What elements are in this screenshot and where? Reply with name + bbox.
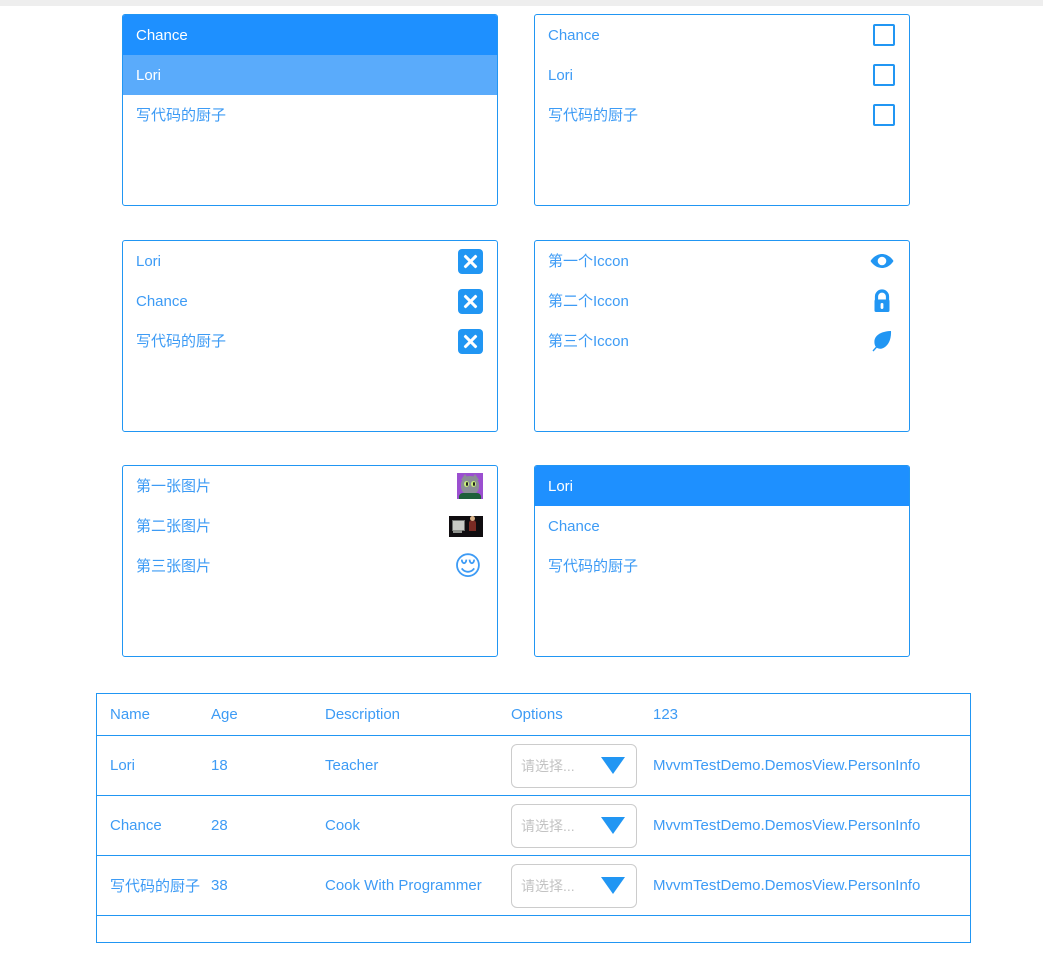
options-combobox[interactable]: 请选择... bbox=[511, 743, 637, 788]
column-header-name[interactable]: Name bbox=[97, 706, 211, 723]
eye-icon[interactable] bbox=[869, 248, 895, 274]
cell-age: 18 bbox=[211, 757, 228, 774]
deletable-listbox[interactable]: Lori Chance 写代码的厨子 bbox=[122, 240, 498, 432]
cell-name: Chance bbox=[110, 817, 162, 834]
list-item-label: 第一张图片 bbox=[136, 477, 212, 495]
cell-options: 请选择... bbox=[511, 803, 653, 848]
cell-description: Teacher bbox=[325, 757, 379, 774]
list-item-label: Lori bbox=[136, 252, 162, 270]
plain-listbox[interactable]: Lori Chance 写代码的厨子 bbox=[534, 465, 910, 657]
list-item-label: Lori bbox=[548, 477, 574, 495]
list-item-label: 第三张图片 bbox=[136, 557, 212, 575]
cell-description: Cook bbox=[325, 817, 361, 834]
list-item-label: Chance bbox=[548, 26, 600, 44]
list-item[interactable]: 第二个Iccon bbox=[535, 281, 909, 321]
cell-options: 请选择... bbox=[511, 743, 653, 788]
cell-extra: MvvmTestDemo.DemosView.PersonInfo bbox=[653, 817, 921, 834]
list-item-label: 第二个Iccon bbox=[548, 292, 629, 310]
combobox-placeholder: 请选择... bbox=[521, 877, 575, 894]
close-icon[interactable] bbox=[458, 288, 483, 314]
computer-thumbnail bbox=[449, 515, 483, 537]
chevron-down-icon[interactable] bbox=[601, 877, 625, 894]
checkbox-icon[interactable] bbox=[873, 64, 895, 86]
leaf-icon[interactable] bbox=[869, 328, 895, 354]
list-item[interactable]: 写代码的厨子 bbox=[123, 321, 497, 361]
list-item-label: 写代码的厨子 bbox=[136, 332, 227, 350]
cell-name: 写代码的厨子 bbox=[110, 878, 201, 895]
chevron-down-icon[interactable] bbox=[601, 757, 625, 774]
list-item[interactable]: Chance bbox=[535, 506, 909, 546]
list-item[interactable]: 第一个Iccon bbox=[535, 241, 909, 281]
cell-options: 请选择... bbox=[511, 863, 653, 908]
icon-listbox[interactable]: 第一个Iccon 第二个Iccon 第三个Iccon bbox=[534, 240, 910, 432]
list-item[interactable]: 第二张图片 bbox=[123, 506, 497, 546]
list-item-label: 第二张图片 bbox=[136, 517, 212, 535]
cell-description: Cook With Programmer bbox=[325, 877, 482, 894]
list-item[interactable]: 写代码的厨子 bbox=[535, 546, 909, 586]
close-icon[interactable] bbox=[458, 328, 483, 354]
person-data-grid[interactable]: Name Age Description Options 123 Lori 18… bbox=[96, 693, 971, 943]
list-item-label: 写代码的厨子 bbox=[548, 557, 639, 575]
combobox-placeholder: 请选择... bbox=[521, 757, 575, 774]
column-header-age[interactable]: Age bbox=[211, 706, 325, 723]
cell-extra: MvvmTestDemo.DemosView.PersonInfo bbox=[653, 877, 921, 894]
list-item[interactable]: 第三个Iccon bbox=[535, 321, 909, 361]
close-icon[interactable] bbox=[458, 248, 483, 274]
table-header-row: Name Age Description Options 123 bbox=[97, 694, 970, 736]
cell-name: Lori bbox=[110, 757, 136, 774]
sleeping-face-emoji: 😌 bbox=[453, 551, 483, 581]
image-listbox[interactable]: 第一张图片 第二张图片 第三张图片 😌 bbox=[122, 465, 498, 657]
list-item-label: Chance bbox=[136, 292, 188, 310]
table-row[interactable]: Lori 18 Teacher 请选择... MvvmTestDemo.Demo… bbox=[97, 736, 970, 796]
list-item-label: 写代码的厨子 bbox=[136, 106, 227, 124]
list-item[interactable]: 第一张图片 bbox=[123, 466, 497, 506]
list-item[interactable]: Lori bbox=[535, 466, 909, 506]
checkbox-icon[interactable] bbox=[873, 24, 895, 46]
options-combobox[interactable]: 请选择... bbox=[511, 863, 637, 908]
list-item[interactable]: 写代码的厨子 bbox=[123, 95, 497, 135]
list-item[interactable]: Chance bbox=[123, 15, 497, 55]
column-header-123[interactable]: 123 bbox=[653, 706, 970, 723]
list-item-label: Chance bbox=[136, 26, 188, 44]
options-combobox[interactable]: 请选择... bbox=[511, 803, 637, 848]
list-item[interactable]: Lori bbox=[123, 55, 497, 95]
list-item[interactable]: 第三张图片 😌 bbox=[123, 546, 497, 586]
list-item-label: Lori bbox=[136, 66, 162, 84]
column-header-options[interactable]: Options bbox=[511, 706, 653, 723]
cell-age: 38 bbox=[211, 877, 228, 894]
cell-age: 28 bbox=[211, 817, 228, 834]
column-header-description[interactable]: Description bbox=[325, 706, 511, 723]
cell-extra: MvvmTestDemo.DemosView.PersonInfo bbox=[653, 757, 921, 774]
table-row[interactable]: Chance 28 Cook 请选择... MvvmTestDemo.Demos… bbox=[97, 796, 970, 856]
list-item[interactable]: Chance bbox=[123, 281, 497, 321]
table-empty-row[interactable] bbox=[97, 916, 970, 954]
list-item-label: Chance bbox=[548, 517, 600, 535]
list-item-label: Lori bbox=[548, 66, 574, 84]
checkbox-listbox[interactable]: Chance Lori 写代码的厨子 bbox=[534, 14, 910, 206]
cat-thumbnail bbox=[457, 473, 483, 499]
list-item[interactable]: Lori bbox=[535, 55, 909, 95]
list-item-label: 第一个Iccon bbox=[548, 252, 629, 270]
list-item-label: 第三个Iccon bbox=[548, 332, 629, 350]
chevron-down-icon[interactable] bbox=[601, 817, 625, 834]
selection-listbox[interactable]: Chance Lori 写代码的厨子 bbox=[122, 14, 498, 206]
list-item[interactable]: Chance bbox=[535, 15, 909, 55]
list-item[interactable]: 写代码的厨子 bbox=[535, 95, 909, 135]
list-item-label: 写代码的厨子 bbox=[548, 106, 639, 124]
table-row[interactable]: 写代码的厨子 38 Cook With Programmer 请选择... Mv… bbox=[97, 856, 970, 916]
top-strip bbox=[0, 0, 1043, 6]
list-item[interactable]: Lori bbox=[123, 241, 497, 281]
lock-icon[interactable] bbox=[869, 288, 895, 314]
combobox-placeholder: 请选择... bbox=[521, 817, 575, 834]
checkbox-icon[interactable] bbox=[873, 104, 895, 126]
